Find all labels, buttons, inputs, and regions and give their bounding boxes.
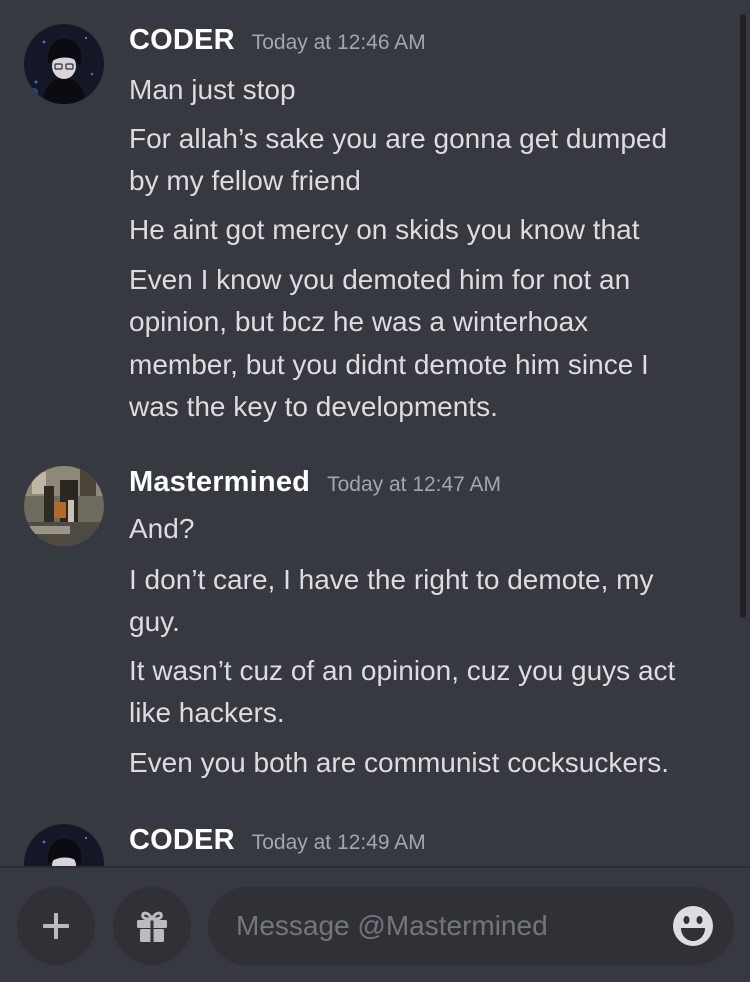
message-header: CODER Today at 12:46 AM (129, 24, 426, 60)
author-name[interactable]: CODER (129, 24, 235, 57)
gift-button[interactable] (113, 887, 191, 965)
message-group-coder-2: CODER Today at 12:49 AM (0, 824, 740, 866)
message-text[interactable]: Even you both are communist cocksuckers. (129, 742, 719, 784)
message-text[interactable]: member, but you didnt demote him since I (129, 344, 719, 386)
message-timestamp: Today at 12:49 AM (251, 831, 426, 854)
message-text[interactable]: I don’t care, I have the right to demote… (129, 559, 719, 601)
anime-character-avatar-icon (24, 24, 104, 104)
emoji-icon[interactable] (672, 905, 714, 947)
add-attachment-button[interactable] (17, 887, 95, 965)
message-text[interactable]: opinion, but bcz he was a winterhoax (129, 301, 719, 343)
message-text[interactable]: For allah’s sake you are gonna get dumpe… (129, 118, 719, 160)
message-text[interactable]: Man just stop (129, 69, 719, 111)
room-photo-avatar-icon (24, 466, 104, 546)
message-text[interactable]: by my fellow friend (129, 160, 719, 202)
plus-icon (43, 913, 69, 939)
message-text[interactable]: It wasn’t cuz of an opinion, cuz you guy… (129, 650, 719, 692)
mastermined-avatar[interactable] (24, 466, 104, 546)
scrollbar[interactable] (740, 14, 746, 618)
message-input[interactable] (236, 887, 656, 965)
message-header: CODER Today at 12:49 AM (129, 824, 426, 860)
message-text[interactable]: Even I know you demoted him for not an (129, 259, 719, 301)
message-group-mastermined: Mastermined Today at 12:47 AM And? I don… (0, 466, 740, 796)
author-name[interactable]: Mastermined (129, 466, 310, 499)
coder-avatar[interactable] (24, 824, 104, 866)
author-name[interactable]: CODER (129, 824, 235, 857)
message-group-coder-1: CODER Today at 12:46 AM Man just stop Fo… (0, 24, 740, 424)
message-list[interactable]: CODER Today at 12:46 AM Man just stop Fo… (0, 0, 750, 866)
message-text[interactable]: guy. (129, 601, 719, 643)
message-text[interactable]: was the key to developments. (129, 386, 719, 428)
message-timestamp: Today at 12:47 AM (327, 473, 502, 496)
coder-avatar[interactable] (24, 24, 104, 104)
dm-chat-screen: CODER Today at 12:46 AM Man just stop Fo… (0, 0, 750, 982)
gift-icon (137, 911, 167, 943)
anime-character-avatar-icon (24, 824, 104, 866)
message-composer (0, 866, 750, 982)
message-header: Mastermined Today at 12:47 AM (129, 466, 501, 502)
message-text[interactable]: like hackers. (129, 692, 719, 734)
message-input-field[interactable] (208, 887, 734, 965)
message-timestamp: Today at 12:46 AM (251, 31, 426, 54)
message-text[interactable]: He aint got mercy on skids you know that (129, 209, 719, 251)
message-text[interactable]: And? (129, 508, 719, 550)
